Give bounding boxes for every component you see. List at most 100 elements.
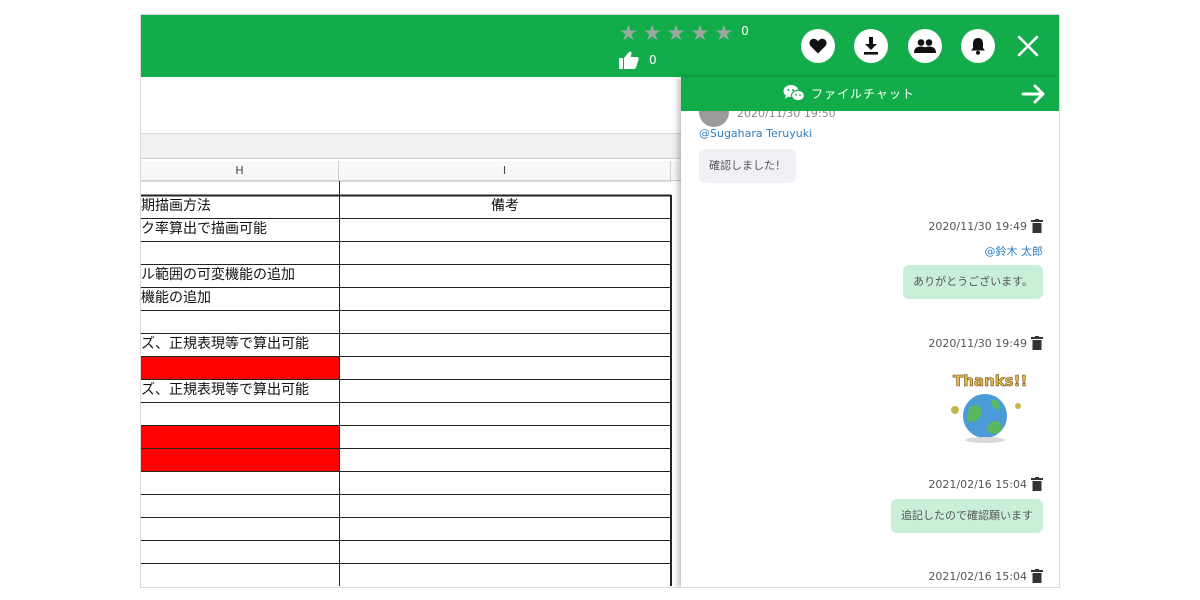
top-bar: ★ ★ ★ ★ ★ 0 0 (141, 15, 1059, 77)
cell-h[interactable] (141, 471, 339, 494)
cell-h[interactable]: ズ、正規表現等で算出可能 (141, 333, 339, 356)
cell-h[interactable] (141, 448, 339, 471)
message-list[interactable]: 2020/11/30 19:50 @Sugahara Teruyuki 確認しま… (681, 97, 1059, 587)
cell-i[interactable] (339, 181, 671, 195)
like-count: 0 (649, 53, 657, 67)
chat-title-group: ファイルチャット (783, 84, 915, 102)
trash-icon[interactable] (1031, 219, 1043, 233)
cell-h[interactable] (141, 517, 339, 540)
cell-h[interactable] (141, 563, 339, 586)
message-meta: 2020/11/30 19:49 (928, 219, 1043, 233)
message-meta: 2020/11/30 19:49 (928, 336, 1043, 350)
cell-h[interactable]: 機能の追加 (141, 287, 339, 310)
message-meta: 2021/02/16 15:04 (928, 569, 1043, 583)
cell-i[interactable] (339, 264, 671, 287)
message-timestamp: 2020/11/30 19:49 (928, 336, 1027, 350)
download-icon (864, 37, 878, 55)
cell-h[interactable]: ク率算出で描画可能 (141, 218, 339, 241)
cell-i[interactable] (339, 218, 671, 241)
cell-i[interactable] (339, 448, 671, 471)
cell-i[interactable] (339, 563, 671, 586)
bell-icon (971, 38, 985, 55)
cell-i[interactable] (339, 287, 671, 310)
close-button[interactable] (1013, 31, 1043, 61)
table-row (141, 471, 671, 494)
chat-header: ファイルチャット (681, 77, 1059, 111)
trash-icon[interactable] (1031, 336, 1043, 350)
heart-icon (809, 38, 827, 54)
star-icon[interactable]: ★ (643, 23, 662, 44)
download-button[interactable] (854, 29, 888, 63)
cell-i[interactable] (339, 356, 671, 379)
chat-bubbles-icon (783, 85, 805, 102)
column-header-h[interactable]: H (141, 161, 339, 181)
table-row: ル範囲の可変機能の追加 (141, 264, 671, 287)
message-mention[interactable]: @鈴木 太郎 (985, 243, 1044, 259)
message-bubble: 追記したので確認願います (891, 499, 1043, 533)
cell-h[interactable] (141, 241, 339, 264)
table-row: ズ、正規表現等で算出可能 (141, 333, 671, 356)
arrow-right-icon[interactable] (1021, 83, 1047, 105)
cell-h[interactable]: ル範囲の可変機能の追加 (141, 264, 339, 287)
cell-h[interactable]: ズ、正規表現等で算出可能 (141, 379, 339, 402)
cell-h[interactable] (141, 356, 339, 379)
table-row (141, 540, 671, 563)
table-row: 期描画方法 備考 (141, 195, 671, 218)
cell-i[interactable] (339, 471, 671, 494)
cell-i[interactable] (339, 517, 671, 540)
cell-h[interactable] (141, 425, 339, 448)
message-meta: 2021/02/16 15:04 (928, 477, 1043, 491)
notifications-button[interactable] (961, 29, 995, 63)
app-window: ★ ★ ★ ★ ★ 0 0 H I 期描画方法 備考 ク率算出で描画可能 ル範囲… (140, 14, 1060, 588)
message-bubble: 確認しました！ (699, 149, 796, 183)
message-bubble: ありがとうございます。 (903, 265, 1043, 299)
cell-i[interactable] (339, 494, 671, 517)
favorite-button[interactable] (801, 29, 835, 63)
cell-h[interactable] (141, 494, 339, 517)
cell-i[interactable] (339, 379, 671, 402)
like-widget[interactable]: 0 (619, 51, 657, 69)
star-rating[interactable]: ★ ★ ★ ★ ★ 0 (619, 23, 749, 44)
chat-title: ファイルチャット (811, 86, 915, 101)
trash-icon[interactable] (1031, 569, 1043, 583)
users-icon (914, 39, 936, 53)
cell-h[interactable] (141, 310, 339, 333)
thanks-sticker-image: Thanks!! (951, 372, 1028, 443)
cell-h[interactable] (141, 402, 339, 425)
message-timestamp: 2021/02/16 15:04 (928, 569, 1027, 583)
table-row (141, 563, 671, 586)
message-mention[interactable]: @Sugahara Teruyuki (699, 127, 812, 140)
table-row: 機能の追加 (141, 287, 671, 310)
star-icon[interactable]: ★ (667, 23, 686, 44)
table-row: ズ、正規表現等で算出可能 (141, 379, 671, 402)
cell-i[interactable] (339, 402, 671, 425)
thumbs-up-icon[interactable] (619, 51, 639, 69)
cell-h[interactable] (141, 540, 339, 563)
trash-icon[interactable] (1031, 477, 1043, 491)
cell-i[interactable] (339, 425, 671, 448)
cell-h[interactable] (141, 181, 339, 195)
star-icon[interactable]: ★ (619, 23, 638, 44)
cell-i[interactable] (339, 540, 671, 563)
table-row (141, 181, 671, 195)
cell-i[interactable] (339, 333, 671, 356)
star-icon[interactable]: ★ (714, 23, 733, 44)
message-timestamp: 2021/02/16 15:04 (928, 477, 1027, 491)
sheet-grid[interactable]: 期描画方法 備考 ク率算出で描画可能 ル範囲の可変機能の追加 機能の追加ズ、正規表現等で… (141, 181, 681, 586)
rating-count: 0 (741, 23, 749, 38)
sheet-blank-area (141, 77, 681, 133)
cell-i[interactable] (339, 310, 671, 333)
cell-h[interactable]: 期描画方法 (141, 195, 339, 218)
cell-i[interactable] (339, 241, 671, 264)
table-row (141, 425, 671, 448)
table-row (141, 310, 671, 333)
table-row (141, 402, 671, 425)
star-icon[interactable]: ★ (690, 23, 709, 44)
spreadsheet-view[interactable]: H I 期描画方法 備考 ク率算出で描画可能 ル範囲の可変機能の追加 機能の追加ズ、正規… (141, 77, 681, 587)
table-row (141, 494, 671, 517)
members-button[interactable] (908, 29, 942, 63)
column-header-i[interactable]: I (339, 161, 671, 181)
file-chat-panel: ファイルチャット 2020/11/30 19:50 @Sugahara Teru… (681, 77, 1059, 587)
cell-i[interactable]: 備考 (339, 195, 671, 218)
table-row (141, 517, 671, 540)
